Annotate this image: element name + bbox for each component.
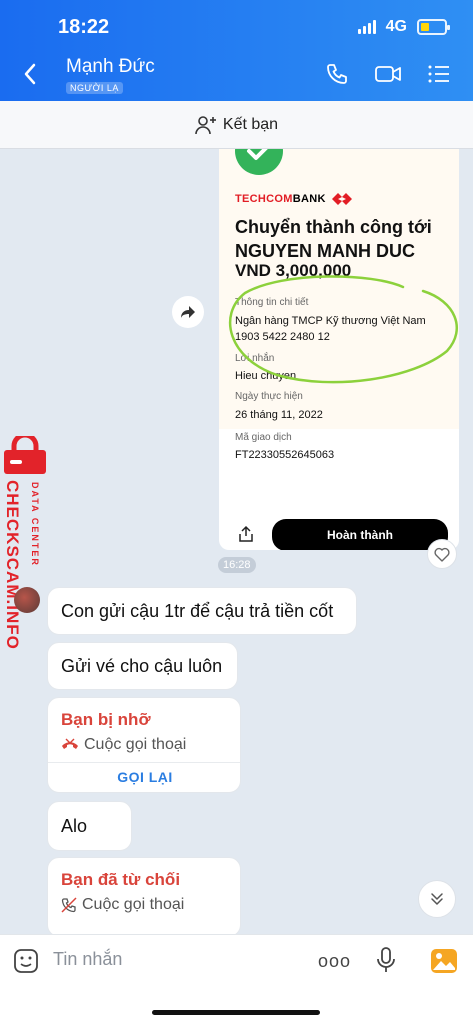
message-text: Alo	[61, 815, 88, 836]
image-icon	[431, 949, 457, 973]
call-subtitle: Cuộc gọi thoại	[61, 736, 186, 754]
message-bubble[interactable]: Gửi vé cho cậu luôn	[47, 642, 238, 690]
video-call-button[interactable]	[374, 62, 402, 91]
message-timestamp: 16:28	[218, 557, 256, 573]
home-indicator	[152, 1010, 320, 1015]
message-text: Gửi vé cho cậu luôn	[61, 655, 223, 676]
missed-call-card: Bạn bị nhỡ Cuộc gọi thoại GỌI LẠI	[47, 697, 241, 793]
status-time: 18:22	[58, 16, 110, 38]
sticker-icon	[14, 949, 38, 973]
voice-message-button[interactable]	[376, 946, 396, 979]
double-chevron-down-icon	[431, 893, 443, 905]
hand-drawn-circle	[228, 275, 458, 384]
message-bubble[interactable]: Alo	[47, 801, 132, 851]
call-title: Bạn bị nhỡ	[61, 710, 151, 729]
menu-button[interactable]	[427, 62, 451, 91]
share-icon	[237, 525, 255, 548]
declined-call-icon	[61, 897, 77, 913]
message-input[interactable]: Tin nhắn	[53, 949, 122, 970]
back-button[interactable]	[22, 62, 38, 92]
receipt-title: Chuyển thành công tới NGUYEN MANH DUC	[235, 217, 432, 261]
transfer-receipt-image[interactable]: TECHCOMBANK Chuyển thành công tới NGUYEN…	[219, 149, 459, 550]
forward-button[interactable]	[172, 296, 204, 328]
add-friend-bar[interactable]: Kết bạn	[0, 101, 473, 149]
react-button[interactable]	[427, 539, 457, 569]
sticker-button[interactable]	[13, 948, 39, 979]
add-user-icon	[195, 115, 216, 134]
watermark-subtext: DATA CENTER	[30, 482, 40, 567]
heart-icon	[434, 547, 450, 562]
status-icons: 4G	[357, 18, 450, 36]
date-value: 26 tháng 11, 2022	[235, 409, 323, 421]
list-menu-icon	[428, 65, 449, 83]
declined-call-card: Bạn đã từ chối Cuộc gọi thoại	[47, 857, 241, 937]
video-camera-icon	[375, 66, 401, 82]
avatar[interactable]	[14, 587, 40, 613]
bank-logo: TECHCOMBANK	[235, 193, 352, 205]
lock-icon	[4, 436, 46, 474]
signal-icon	[357, 20, 376, 34]
stranger-badge: NGƯỜI LẠ	[66, 82, 123, 94]
microphone-icon	[377, 947, 395, 972]
contact-name[interactable]: Mạnh Đức	[66, 56, 155, 78]
more-options-button[interactable]: ooo	[318, 951, 351, 972]
success-check-icon	[235, 149, 283, 175]
transaction-id-label: Mã giao dịch	[235, 432, 292, 443]
forward-arrow-icon	[181, 306, 195, 318]
network-label: 4G	[385, 18, 407, 35]
message-bubble[interactable]: Con gửi cậu 1tr để cậu trả tiền cốt	[47, 587, 357, 635]
watermark: CHECKSCAM.INFO DATA CENTER	[0, 436, 58, 676]
call-subtitle: Cuộc gọi thoại	[61, 896, 184, 914]
chevron-left-icon	[24, 63, 36, 85]
battery-icon	[417, 19, 450, 35]
call-title: Bạn đã từ chối	[61, 870, 181, 889]
phone-call-button[interactable]	[325, 62, 349, 91]
scroll-to-bottom-button[interactable]	[418, 880, 456, 918]
message-text: Con gửi cậu 1tr để cậu trả tiền cốt	[61, 600, 334, 621]
photo-button[interactable]	[430, 948, 458, 979]
watermark-text: CHECKSCAM.INFO	[3, 480, 22, 650]
receipt-actions: Hoàn thành	[219, 509, 459, 550]
bank-logo-icon	[331, 193, 352, 205]
missed-call-icon	[62, 738, 78, 749]
date-label: Ngày thực hiện	[235, 391, 303, 402]
add-friend-label: Kết bạn	[222, 115, 279, 133]
done-button: Hoàn thành	[272, 519, 448, 550]
chat-header: 18:22 4G Mạnh Đức NGƯỜI LẠ	[0, 0, 473, 101]
call-back-button[interactable]: GỌI LẠI	[48, 762, 240, 792]
phone-icon	[327, 64, 347, 84]
transaction-id: FT22330552645063	[235, 449, 335, 461]
